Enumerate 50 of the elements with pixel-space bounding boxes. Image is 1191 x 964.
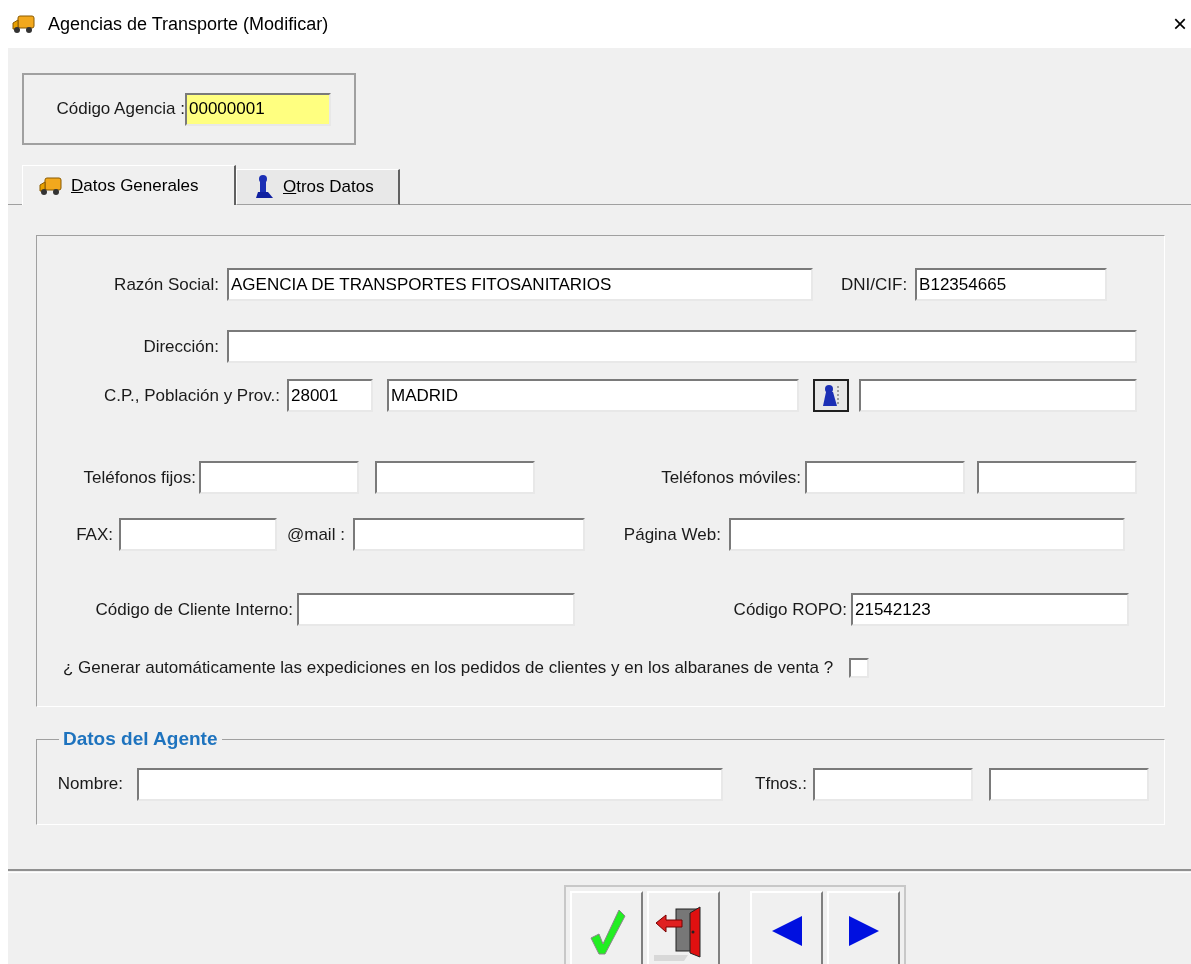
field-label: DNI/CIF:: [841, 274, 908, 294]
field-label: Tfnos.:: [754, 773, 807, 796]
text-field[interactable]: 00000001: [185, 92, 331, 126]
text-field[interactable]: [297, 593, 575, 626]
text-field[interactable]: [352, 518, 585, 551]
text-field[interactable]: [137, 767, 723, 801]
lookup-button[interactable]: [813, 379, 849, 412]
tab[interactable]: Otros Datos: [236, 169, 400, 205]
text-field[interactable]: 21542123: [851, 593, 1129, 626]
pawn-icon: [253, 174, 275, 200]
text-field[interactable]: B12354665: [915, 268, 1108, 301]
field-label: FAX:: [75, 523, 113, 546]
truck-icon: [12, 14, 36, 34]
text-field[interactable]: [805, 461, 965, 494]
checkbox[interactable]: [849, 657, 870, 678]
text-field[interactable]: [728, 518, 1125, 551]
accept-button[interactable]: [570, 891, 643, 964]
field-label: @mail :: [287, 524, 345, 544]
window-title: Agencias de Transporte (Modificar): [48, 12, 329, 36]
exit-button[interactable]: [647, 891, 720, 964]
field-label: Código ROPO:: [732, 598, 847, 621]
right-arrow-icon: [846, 914, 881, 948]
text-field[interactable]: [199, 461, 359, 494]
truck-icon: [39, 175, 63, 196]
field-label: Nombre:: [56, 773, 123, 796]
text-field[interactable]: 28001: [287, 379, 373, 412]
section-title: Datos del Agente: [63, 728, 218, 749]
text-field[interactable]: [813, 767, 973, 801]
question-label: ¿ Generar automáticamente las expediciones en los pedidos de clientes y en los albaranes de venta ?: [63, 657, 834, 679]
text-field[interactable]: [375, 461, 535, 494]
text-field[interactable]: [859, 379, 1137, 412]
field-label: Código Agencia :: [55, 98, 185, 121]
text-field[interactable]: [977, 461, 1137, 494]
text-field[interactable]: MADRID: [387, 379, 799, 412]
pawn-icon: [820, 383, 842, 408]
text-field[interactable]: [227, 330, 1137, 363]
previous-button[interactable]: [750, 891, 823, 964]
field-label: Dirección:: [142, 335, 219, 358]
close-button[interactable]: ×: [1173, 12, 1187, 36]
field-label: C.P., Población y Prov.:: [102, 384, 280, 407]
text-field[interactable]: AGENCIA DE TRANSPORTES FITOSANITARIOS: [227, 268, 813, 301]
field-label: Teléfonos móviles:: [660, 466, 801, 489]
field-label: Página Web:: [622, 523, 721, 546]
text-field[interactable]: [119, 518, 277, 551]
tab[interactable]: Datos Generales: [22, 165, 236, 205]
field-label: Razón Social:: [113, 273, 219, 296]
text-field[interactable]: [989, 767, 1149, 801]
field-label: Código de Cliente Interno:: [94, 598, 293, 621]
field-label: Teléfonos fijos:: [82, 466, 196, 489]
next-button[interactable]: [827, 891, 900, 964]
